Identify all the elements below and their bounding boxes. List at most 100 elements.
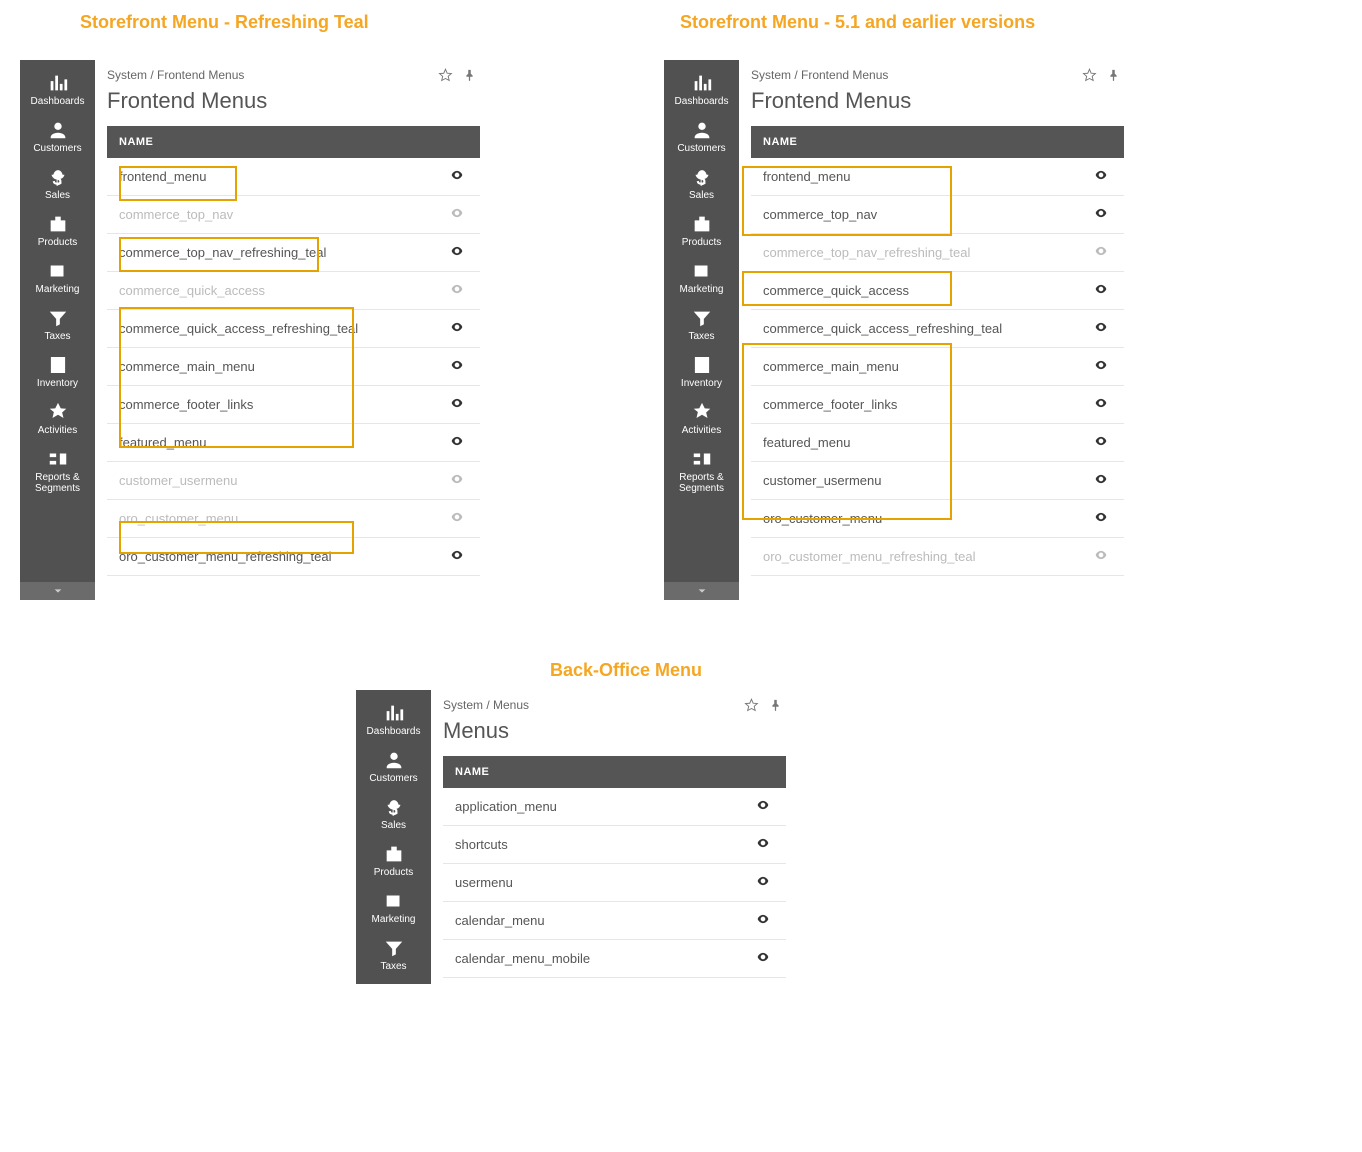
activities-icon (47, 401, 69, 423)
visibility-cell[interactable] (438, 500, 480, 538)
breadcrumb[interactable]: System / Menus (443, 694, 786, 716)
star-icon[interactable] (1082, 68, 1098, 84)
table-row[interactable]: featured_menu (107, 424, 480, 462)
table-row[interactable]: frontend_menu (107, 158, 480, 196)
table-row[interactable]: oro_customer_menu_refreshing_teal (107, 538, 480, 576)
sidebar-item-products[interactable]: Products (664, 209, 739, 256)
table-row[interactable]: customer_usermenu (751, 462, 1124, 500)
breadcrumb[interactable]: System / Frontend Menus (751, 64, 1124, 86)
sidebar-item-taxes[interactable]: Taxes (20, 303, 95, 350)
sidebar-item-sales[interactable]: $Sales (20, 162, 95, 209)
sidebar-item-marketing[interactable]: Marketing (356, 886, 431, 933)
sidebar-item-dashboards[interactable]: Dashboards (20, 68, 95, 115)
star-icon[interactable] (438, 68, 454, 84)
table-row[interactable]: oro_customer_menu_refreshing_teal (751, 538, 1124, 576)
table-row[interactable]: commerce_main_menu (751, 348, 1124, 386)
sidebar-item-sales[interactable]: $Sales (356, 792, 431, 839)
eye-icon (1094, 320, 1108, 334)
sidebar-item-taxes[interactable]: Taxes (356, 933, 431, 980)
visibility-cell[interactable] (744, 826, 786, 864)
table-row[interactable]: commerce_top_nav (107, 196, 480, 234)
pin-icon[interactable] (1106, 68, 1122, 84)
sidebar-item-products[interactable]: Products (20, 209, 95, 256)
visibility-cell[interactable] (438, 348, 480, 386)
table-row[interactable]: usermenu (443, 864, 786, 902)
table-row[interactable]: featured_menu (751, 424, 1124, 462)
visibility-cell[interactable] (438, 538, 480, 576)
table-row[interactable]: oro_customer_menu (751, 500, 1124, 538)
visibility-cell[interactable] (438, 196, 480, 234)
pin-icon[interactable] (768, 698, 784, 714)
marketing-icon (383, 890, 405, 912)
sidebar-item-activities[interactable]: Activities (664, 397, 739, 444)
visibility-cell[interactable] (744, 864, 786, 902)
visibility-cell[interactable] (1082, 272, 1124, 310)
visibility-cell[interactable] (438, 310, 480, 348)
sidebar-item-label: Reports & Segments (35, 472, 80, 494)
table-row[interactable]: shortcuts (443, 826, 786, 864)
table-row[interactable]: commerce_quick_access_refreshing_teal (107, 310, 480, 348)
sidebar-expand[interactable] (20, 582, 95, 600)
visibility-cell[interactable] (438, 158, 480, 196)
table-row[interactable]: commerce_top_nav_refreshing_teal (751, 234, 1124, 272)
sidebar-item-activities[interactable]: Activities (20, 397, 95, 444)
sidebar-item-customers[interactable]: Customers (664, 115, 739, 162)
taxes-icon (383, 937, 405, 959)
table-row[interactable]: commerce_main_menu (107, 348, 480, 386)
sidebar-item-customers[interactable]: Customers (356, 745, 431, 792)
sidebar-item-marketing[interactable]: Marketing (20, 256, 95, 303)
sidebar-item-label: Products (682, 237, 721, 248)
sidebar-item-reports-segments[interactable]: Reports & Segments (664, 444, 739, 502)
sidebar-item-customers[interactable]: Customers (20, 115, 95, 162)
table-row[interactable]: commerce_quick_access_refreshing_teal (751, 310, 1124, 348)
visibility-cell[interactable] (744, 788, 786, 826)
star-icon[interactable] (744, 698, 760, 714)
visibility-cell[interactable] (438, 272, 480, 310)
menu-name-cell: frontend_menu (751, 158, 1082, 196)
visibility-cell[interactable] (438, 462, 480, 500)
visibility-cell[interactable] (1082, 196, 1124, 234)
table-row[interactable]: commerce_top_nav_refreshing_teal (107, 234, 480, 272)
visibility-cell[interactable] (1082, 386, 1124, 424)
table-row[interactable]: application_menu (443, 788, 786, 826)
visibility-cell[interactable] (744, 902, 786, 940)
table-row[interactable]: calendar_menu_mobile (443, 940, 786, 978)
sidebar-item-dashboards[interactable]: Dashboards (664, 68, 739, 115)
sidebar: DashboardsCustomers$SalesProductsMarketi… (20, 60, 95, 582)
table-row[interactable]: commerce_top_nav (751, 196, 1124, 234)
sidebar-item-label: Taxes (688, 331, 714, 342)
visibility-cell[interactable] (1082, 500, 1124, 538)
visibility-cell[interactable] (1082, 310, 1124, 348)
table-row[interactable]: oro_customer_menu (107, 500, 480, 538)
visibility-cell[interactable] (438, 424, 480, 462)
sidebar-item-inventory[interactable]: Inventory (20, 350, 95, 397)
sidebar-item-sales[interactable]: $Sales (664, 162, 739, 209)
sidebar-item-reports-segments[interactable]: Reports & Segments (20, 444, 95, 502)
table-row[interactable]: calendar_menu (443, 902, 786, 940)
sidebar-item-dashboards[interactable]: Dashboards (356, 698, 431, 745)
table-row[interactable]: commerce_footer_links (751, 386, 1124, 424)
sidebar-expand[interactable] (664, 582, 739, 600)
table-row[interactable]: commerce_quick_access (107, 272, 480, 310)
table-row[interactable]: commerce_quick_access (751, 272, 1124, 310)
visibility-cell[interactable] (438, 234, 480, 272)
sidebar-item-inventory[interactable]: Inventory (664, 350, 739, 397)
breadcrumb[interactable]: System / Frontend Menus (107, 64, 480, 86)
visibility-cell[interactable] (1082, 348, 1124, 386)
visibility-cell[interactable] (438, 386, 480, 424)
table-row[interactable]: commerce_footer_links (107, 386, 480, 424)
visibility-cell[interactable] (1082, 234, 1124, 272)
visibility-cell[interactable] (1082, 158, 1124, 196)
table-row[interactable]: customer_usermenu (107, 462, 480, 500)
pin-icon[interactable] (462, 68, 478, 84)
table-row[interactable]: frontend_menu (751, 158, 1124, 196)
sidebar-item-products[interactable]: Products (356, 839, 431, 886)
sidebar-item-label: Dashboards (367, 726, 421, 737)
visibility-cell[interactable] (1082, 424, 1124, 462)
visibility-cell[interactable] (744, 940, 786, 978)
visibility-cell[interactable] (1082, 538, 1124, 576)
taxes-icon (691, 307, 713, 329)
visibility-cell[interactable] (1082, 462, 1124, 500)
sidebar-item-marketing[interactable]: Marketing (664, 256, 739, 303)
sidebar-item-taxes[interactable]: Taxes (664, 303, 739, 350)
